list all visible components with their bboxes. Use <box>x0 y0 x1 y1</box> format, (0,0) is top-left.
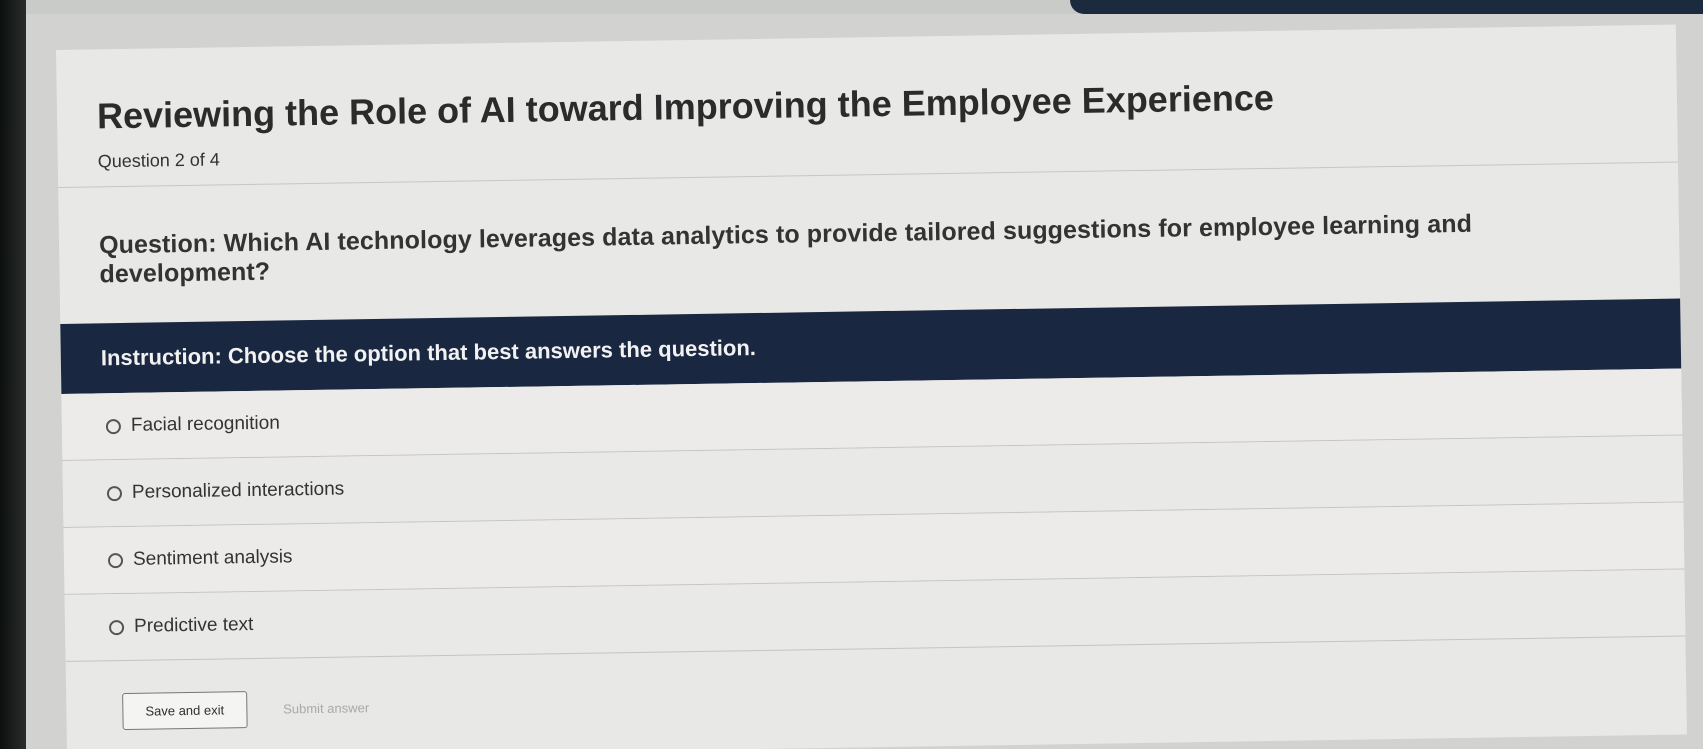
radio-button-icon[interactable] <box>107 552 124 568</box>
radio-button-icon[interactable] <box>108 619 125 635</box>
radio-button-icon[interactable] <box>106 485 123 501</box>
save-and-exit-button[interactable]: Save and exit <box>122 691 248 731</box>
option-label: Facial recognition <box>130 412 280 436</box>
option-label: Sentiment analysis <box>132 546 293 570</box>
submit-answer-button[interactable]: Submit answer <box>261 690 392 727</box>
option-label: Personalized interactions <box>131 478 345 503</box>
answer-options: Facial recognition Personalized interact… <box>61 368 1686 662</box>
monitor-bezel <box>0 0 26 749</box>
option-label: Predictive text <box>133 613 254 637</box>
question-text: Question: Which AI technology leverages … <box>98 209 1473 289</box>
page-title: Reviewing the Role of AI toward Improvin… <box>96 76 1275 137</box>
radio-button-icon[interactable] <box>105 418 122 434</box>
assessment-header: Reviewing the Role of AI toward Improvin… <box>56 25 1678 173</box>
question-card: Reviewing the Role of AI toward Improvin… <box>56 24 1687 749</box>
screen: Reviewing the Role of AI toward Improvin… <box>26 14 1703 749</box>
monitor-top-bar <box>1070 0 1703 14</box>
